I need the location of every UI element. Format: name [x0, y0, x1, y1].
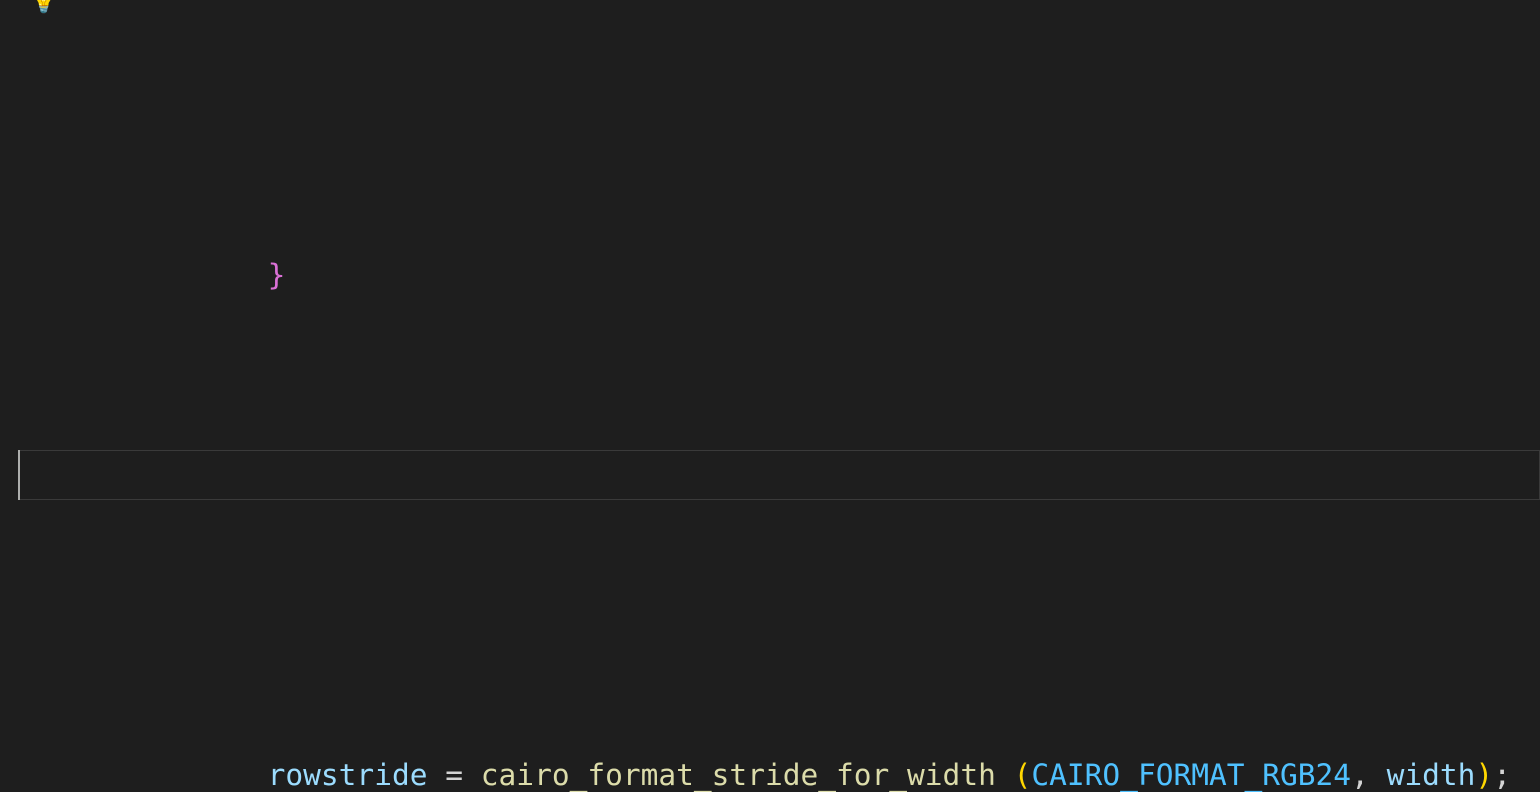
- space: [996, 758, 1014, 792]
- constant: CAIRO_FORMAT_RGB24: [1031, 758, 1351, 792]
- paren-close: ): [1475, 758, 1493, 792]
- brace-close: }: [268, 258, 286, 292]
- identifier: width: [1387, 758, 1476, 792]
- indent: [197, 258, 268, 292]
- text-cursor: [18, 450, 20, 500]
- comma: ,: [1351, 758, 1387, 792]
- indent: [197, 758, 268, 792]
- function-call: cairo_format_stride_for_width: [481, 758, 996, 792]
- code-line-active[interactable]: [18, 450, 1540, 500]
- identifier: rowstride: [268, 758, 428, 792]
- code-line[interactable]: rowstride = cairo_format_stride_for_widt…: [18, 700, 1540, 750]
- paren-open: (: [1014, 758, 1032, 792]
- semicolon: ;: [1493, 758, 1511, 792]
- code-line[interactable]: }: [18, 200, 1540, 250]
- code-area[interactable]: } rowstride = cairo_format_stride_for_wi…: [18, 0, 1540, 792]
- operator: =: [427, 758, 480, 792]
- code-editor[interactable]: 💡 } rowstride = cairo_format_stride_for_…: [0, 0, 1540, 792]
